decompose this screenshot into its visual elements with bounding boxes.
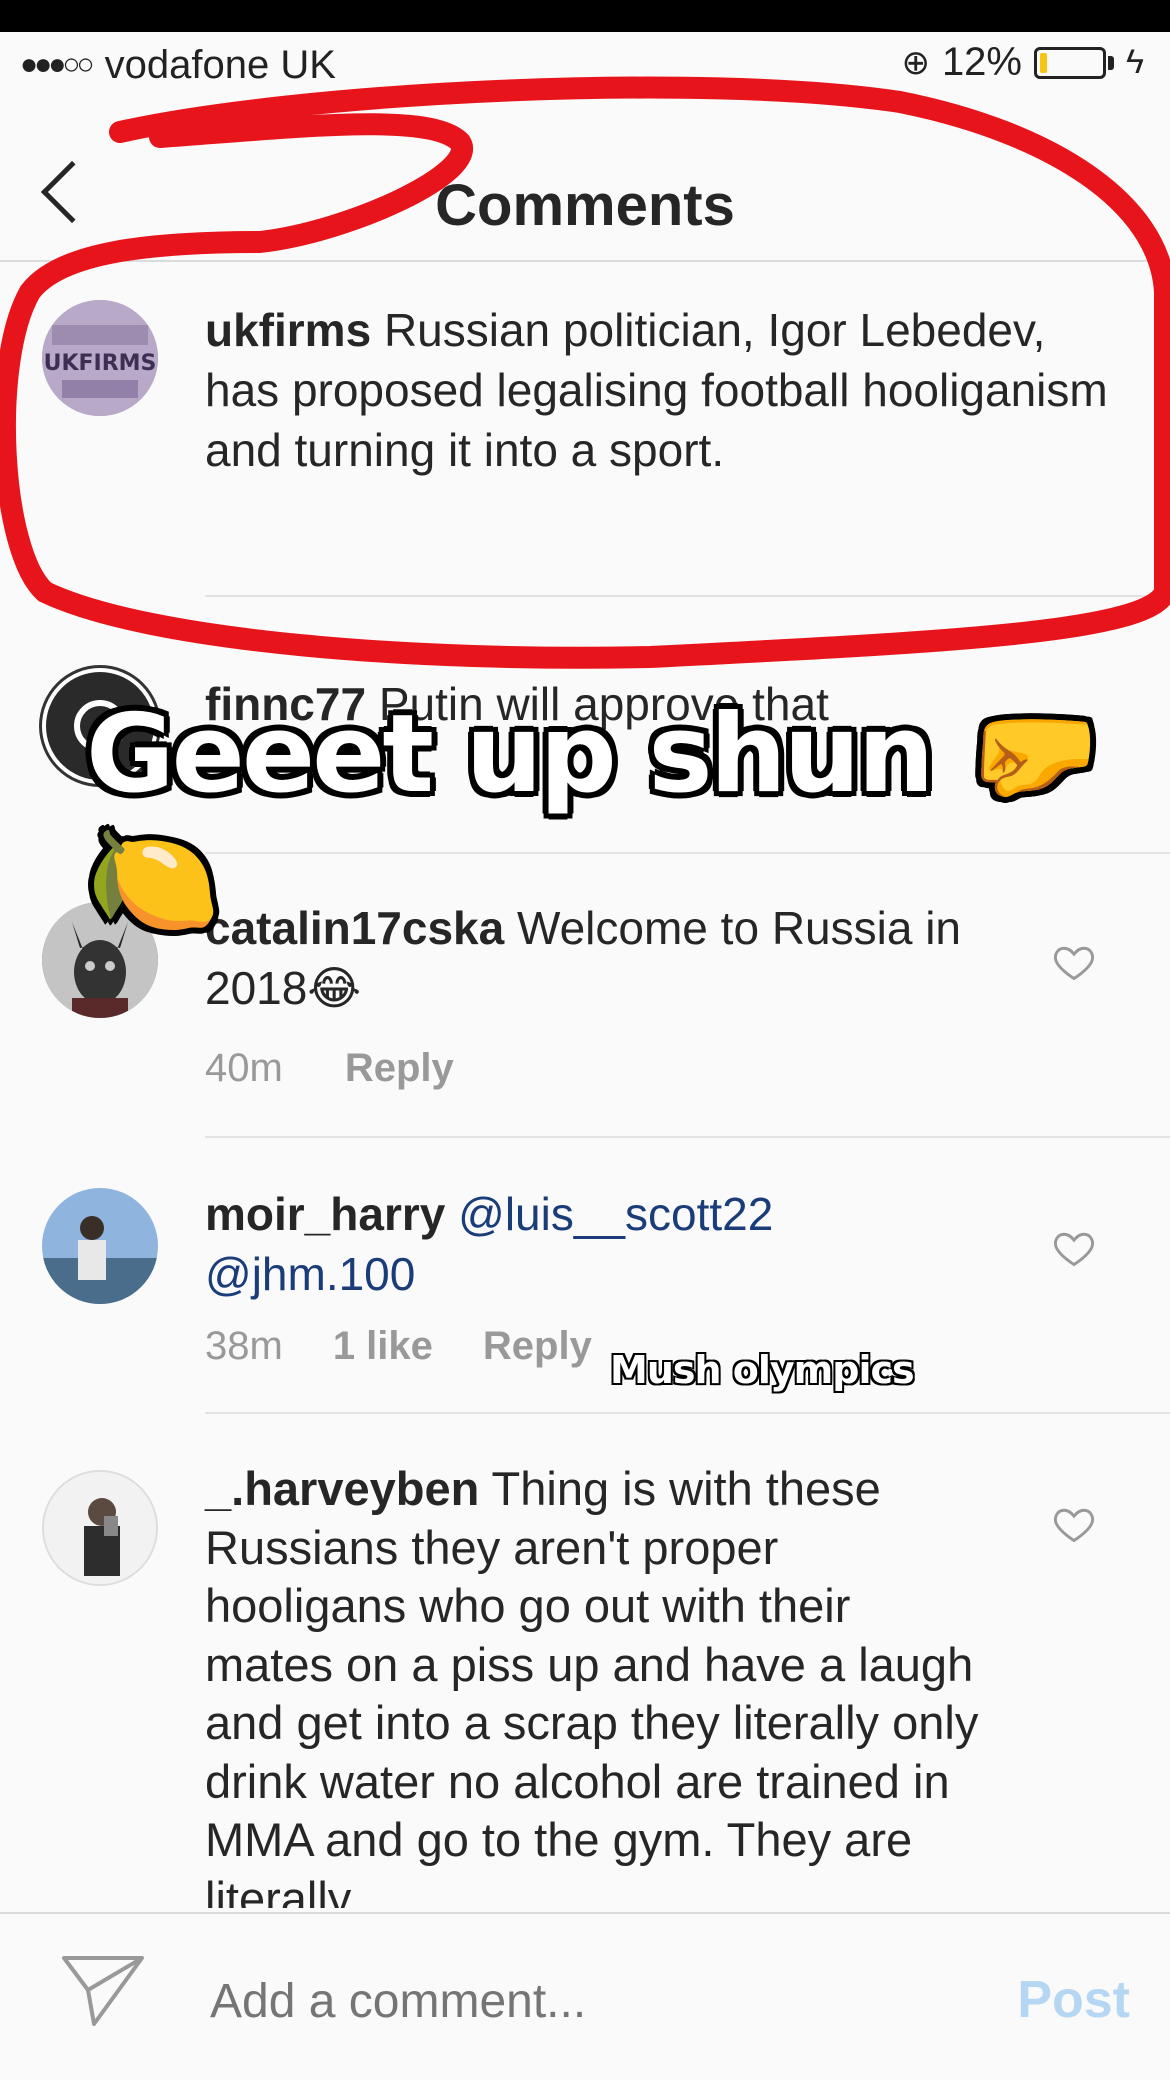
comment-meta: 40m Reply — [205, 1046, 454, 1091]
bolt-icon: ϟ — [1126, 43, 1144, 81]
status-right: ⊕ 12% ϟ — [901, 40, 1144, 85]
reply-button[interactable]: Reply — [345, 1046, 454, 1091]
avatar[interactable]: UKFIRMS — [42, 300, 158, 416]
avatar[interactable] — [42, 1470, 158, 1586]
comment-text: Thing is with these Russians they aren't… — [205, 1462, 979, 1908]
svg-text:UKFIRMS: UKFIRMS — [44, 351, 157, 376]
app-screen: ●●●○○ vodafone UK ⊕ 12% ϟ Comments UKFIR… — [0, 32, 1170, 2080]
comment-username[interactable]: moir_harry — [205, 1188, 445, 1240]
selfie-avatar-image — [44, 1472, 156, 1584]
comment-username[interactable]: ukfirms — [205, 304, 371, 356]
comment-body: moir_harry @luis__scott22 @jhm.100 — [205, 1184, 985, 1304]
meme-caption: Geeet up shun 🤛🍋 — [86, 692, 1100, 943]
battery-icon — [1034, 46, 1106, 79]
battery-percent: 12% — [941, 40, 1022, 84]
likes-count[interactable]: 1 like — [333, 1324, 433, 1369]
comment-time: 38m — [205, 1324, 283, 1368]
orientation-lock-icon: ⊕ — [901, 43, 930, 82]
ukfirms-logo: UKFIRMS — [42, 300, 158, 416]
divider — [205, 1136, 1170, 1138]
reply-button[interactable]: Reply — [483, 1324, 592, 1369]
page-title: Comments — [435, 173, 735, 238]
carrier-name: vodafone UK — [104, 42, 336, 87]
battery-level — [1040, 52, 1047, 73]
comment-body: ukfirms Russian politician, Igor Lebedev… — [205, 300, 1110, 480]
status-bar: ●●●○○ vodafone UK ⊕ 12% ϟ — [0, 32, 1170, 98]
meme-sub-caption: Mush olympics — [610, 1348, 915, 1392]
divider — [205, 595, 1170, 597]
landscape-avatar-image — [42, 1188, 158, 1304]
send-icon[interactable] — [58, 1950, 148, 2030]
comment-item: _.harveyben Thing is with these Russians… — [0, 1450, 1170, 1908]
heart-icon[interactable] — [1052, 940, 1096, 984]
battery-cap — [1108, 55, 1114, 70]
nav-header: Comments — [0, 122, 1170, 262]
signal-strength-icon: ●●●○○ — [20, 48, 95, 81]
heart-icon[interactable] — [1052, 1226, 1096, 1270]
avatar[interactable] — [42, 1188, 158, 1304]
comment-input[interactable] — [210, 1974, 910, 2029]
comment-meta: 38m 1 like Reply — [205, 1324, 592, 1369]
heart-icon[interactable] — [1052, 1502, 1096, 1546]
comment-body: _.harveyben Thing is with these Russians… — [205, 1460, 985, 1908]
comment-compose-bar: Post — [0, 1912, 1170, 2080]
post-button[interactable]: Post — [1017, 1970, 1130, 2030]
comment-time: 40m — [205, 1046, 283, 1090]
divider — [205, 1412, 1170, 1414]
comment-username[interactable]: _.harveyben — [205, 1462, 479, 1515]
